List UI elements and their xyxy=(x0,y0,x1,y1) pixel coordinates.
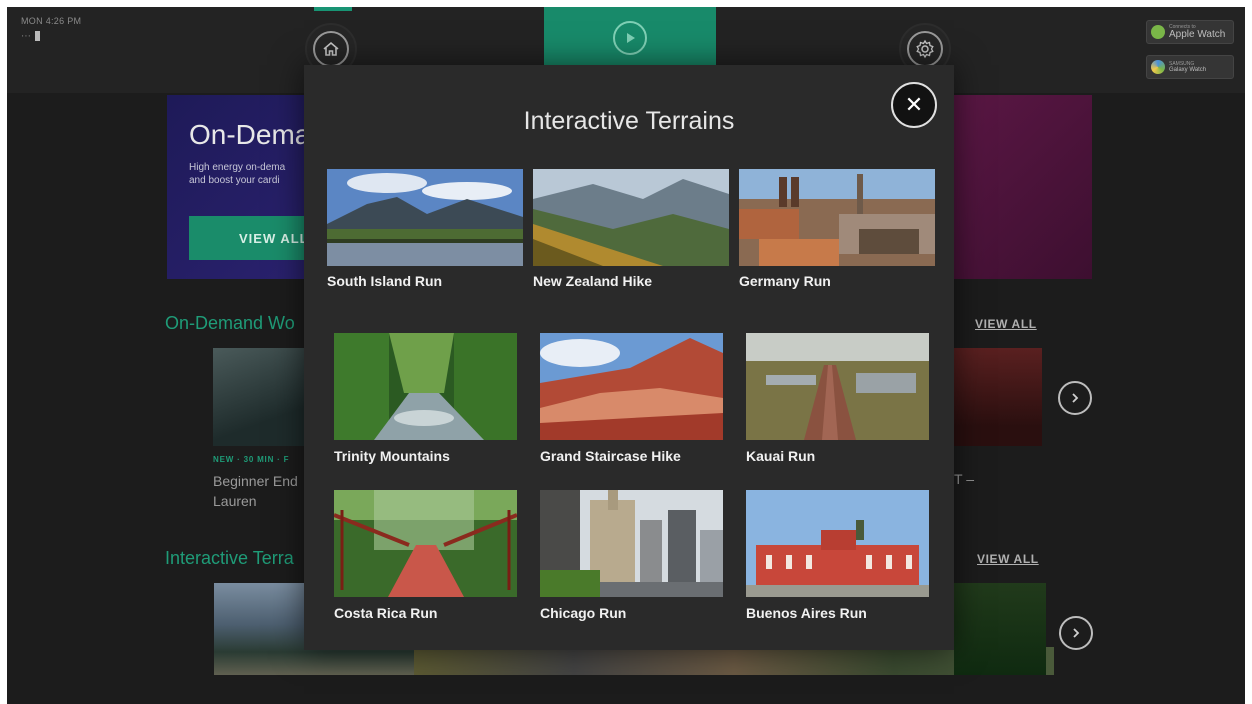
close-button[interactable]: ✕ xyxy=(891,82,937,128)
terrain-image xyxy=(533,169,729,266)
terrain-label: Buenos Aires Run xyxy=(746,605,867,621)
app-screen: MON 4:26 PM ⋯ Connects to Apple Watch SA… xyxy=(7,7,1245,704)
apple-badge-label: Apple Watch xyxy=(1169,29,1226,40)
play-tab[interactable] xyxy=(544,7,716,69)
battery-icon xyxy=(35,31,40,42)
terrain-label: Kauai Run xyxy=(746,448,816,464)
terrain-image xyxy=(540,333,723,440)
terrain-image xyxy=(739,169,935,266)
home-tab-indicator xyxy=(314,7,352,11)
samsung-badge-label: Galaxy Watch xyxy=(1169,66,1207,73)
workout-title-right: T – xyxy=(954,471,974,487)
interactive-terrains-modal: Interactive Terrains ✕ South Island Run xyxy=(304,65,954,650)
terrain-label: Grand Staircase Hike xyxy=(540,448,681,464)
gear-icon xyxy=(916,39,934,59)
home-icon xyxy=(323,41,339,56)
hero-description: High energy on-dema and boost your cardi xyxy=(189,161,285,187)
workout-thumbnail[interactable] xyxy=(213,348,308,446)
terrain-label: Chicago Run xyxy=(540,605,627,621)
terrains-view-all-link[interactable]: VIEW ALL xyxy=(977,552,1039,566)
scroll-right-button[interactable] xyxy=(1059,616,1093,650)
terrain-image xyxy=(540,490,723,597)
workout-instructor: Lauren xyxy=(213,493,257,509)
workout-title: Beginner End xyxy=(213,473,298,489)
terrain-image xyxy=(334,333,517,440)
terrain-label: Germany Run xyxy=(739,273,831,289)
close-icon: ✕ xyxy=(904,92,924,117)
terrain-image xyxy=(746,490,929,597)
wifi-icon: ⋯ xyxy=(21,31,33,42)
terrain-label: New Zealand Hike xyxy=(533,273,653,289)
hero-desc-line2: and boost your cardi xyxy=(189,175,280,186)
workout-thumbnail-right[interactable] xyxy=(954,348,1042,446)
terrain-label: Trinity Mountains xyxy=(334,448,450,464)
scroll-right-button[interactable] xyxy=(1058,381,1092,415)
terrain-image xyxy=(746,333,929,440)
terrain-label: Costa Rica Run xyxy=(334,605,438,621)
apple-watch-icon xyxy=(1151,25,1165,39)
on-demand-section-title: On-Demand Wo xyxy=(165,313,295,333)
chevron-right-icon xyxy=(1073,628,1080,638)
workout-meta: NEW · 30 MIN · F xyxy=(213,455,290,464)
terrain-thumbnail-right[interactable] xyxy=(954,583,1046,675)
hero-desc-line1: High energy on-dema xyxy=(189,162,286,173)
chevron-right-icon xyxy=(1072,393,1079,403)
samsung-watch-icon xyxy=(1151,60,1165,74)
hero-title: On-Dema xyxy=(189,119,311,150)
interactive-terrains-section-title: Interactive Terra xyxy=(165,548,294,568)
play-icon xyxy=(627,33,635,43)
status-icons: ⋯ xyxy=(21,31,40,42)
samsung-watch-badge[interactable]: SAMSUNG Galaxy Watch xyxy=(1146,55,1234,79)
terrain-image xyxy=(327,169,523,266)
terrain-image xyxy=(334,490,517,597)
modal-title: Interactive Terrains xyxy=(523,107,735,135)
clock: MON 4:26 PM xyxy=(21,16,82,26)
hero-banner-right xyxy=(954,95,1092,279)
on-demand-view-all-link[interactable]: VIEW ALL xyxy=(975,317,1037,331)
terrain-label: South Island Run xyxy=(327,273,443,289)
apple-watch-badge[interactable]: Connects to Apple Watch xyxy=(1146,20,1234,44)
